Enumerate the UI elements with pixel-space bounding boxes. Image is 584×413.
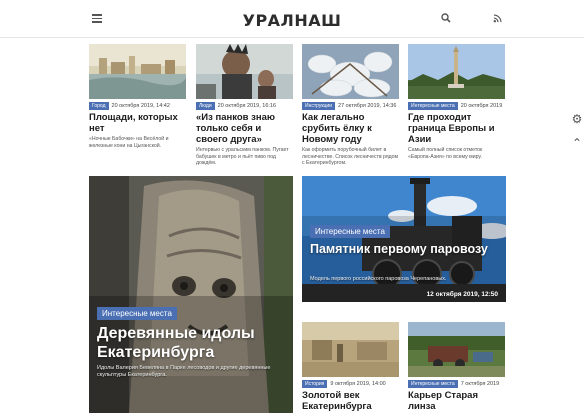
article-title[interactable]: Золотой век Екатеринбурга — [302, 390, 399, 412]
article-date: 9 октября 2019, 14:00 — [330, 381, 386, 387]
featured-article[interactable]: Интересные места Памятник первому парово… — [302, 176, 506, 302]
article-card[interactable]: Инструкции 27 октября 2019, 14:36 Как ле… — [302, 44, 399, 167]
featured-date: 12 октября 2019, 12:50 — [426, 291, 498, 298]
search-icon[interactable] — [441, 13, 451, 23]
chevron-up-icon[interactable]: ⌃ — [570, 137, 584, 149]
category-badge[interactable]: Интересные места — [310, 225, 390, 238]
article-title[interactable]: Карьер Старая линза — [408, 390, 505, 412]
featured-title[interactable]: Деревянные идолы Екатеринбурга — [97, 324, 287, 362]
article-title[interactable]: «Из панков знаю только себя и своего дру… — [196, 112, 293, 145]
site-header: УРАЛНАШ — [0, 0, 584, 38]
featured-image — [302, 176, 506, 302]
article-date: 20 октября 2019 — [460, 103, 503, 109]
side-toolbar: ⚙ ⌃ — [570, 113, 584, 161]
article-description: Как оформить порубочный билет в лесничес… — [302, 147, 399, 166]
article-thumbnail[interactable] — [302, 322, 399, 377]
article-card[interactable]: Город 20 октября 2019, 14:42 Площади, ко… — [89, 44, 186, 149]
article-thumbnail[interactable] — [408, 44, 505, 99]
category-badge[interactable]: Люди — [196, 102, 215, 110]
article-description: «Ночные Бабочки» на Весёлой и железные к… — [89, 136, 169, 149]
article-thumbnail[interactable] — [89, 44, 186, 99]
featured-description: Модель первого российского паровоза Чере… — [310, 276, 447, 282]
article-card[interactable]: История 9 октября 2019, 14:00 Золотой ве… — [302, 322, 399, 412]
article-date: 20 октября 2019, 14:42 — [111, 103, 170, 109]
article-description: Интервью с уральским панком. Пугает бабу… — [196, 147, 289, 166]
category-badge[interactable]: Интересные места — [408, 102, 458, 110]
rss-icon[interactable] — [493, 14, 502, 23]
article-thumbnail[interactable] — [302, 44, 399, 99]
article-title[interactable]: Где проходит граница Европы и Азии — [408, 112, 505, 145]
article-date: 20 октября 2019, 16:16 — [217, 103, 277, 109]
featured-description: Идолы Валерия Бевеляна в Парке лесоводов… — [97, 365, 271, 378]
article-card[interactable]: Интересные места 7 октября 2019 Карьер С… — [408, 322, 505, 412]
category-badge[interactable]: Город — [89, 102, 109, 110]
featured-title[interactable]: Памятник первому паровозу — [310, 242, 500, 257]
article-date: 7 октября 2019 — [460, 381, 500, 387]
article-title[interactable]: Площади, которых нет — [89, 112, 186, 134]
article-thumbnail[interactable] — [196, 44, 293, 99]
category-badge[interactable]: Интересные места — [97, 307, 177, 320]
article-date: 27 октября 2019, 14:36 — [338, 103, 397, 109]
article-title[interactable]: Как легально срубить ёлку к Новому году — [302, 112, 399, 145]
featured-article[interactable]: Интересные места Деревянные идолы Екатер… — [89, 176, 293, 413]
article-description: Самый полный список отметок «Европа-Азия… — [408, 147, 483, 160]
category-badge[interactable]: История — [302, 380, 328, 388]
gear-icon[interactable]: ⚙ — [570, 113, 584, 125]
article-card[interactable]: Люди 20 октября 2019, 16:16 «Из панков з… — [196, 44, 293, 167]
article-thumbnail[interactable] — [408, 322, 505, 377]
article-card[interactable]: Интересные места 20 октября 2019 Где про… — [408, 44, 505, 160]
category-badge[interactable]: Интересные места — [408, 380, 458, 388]
category-badge[interactable]: Инструкции — [302, 102, 336, 110]
